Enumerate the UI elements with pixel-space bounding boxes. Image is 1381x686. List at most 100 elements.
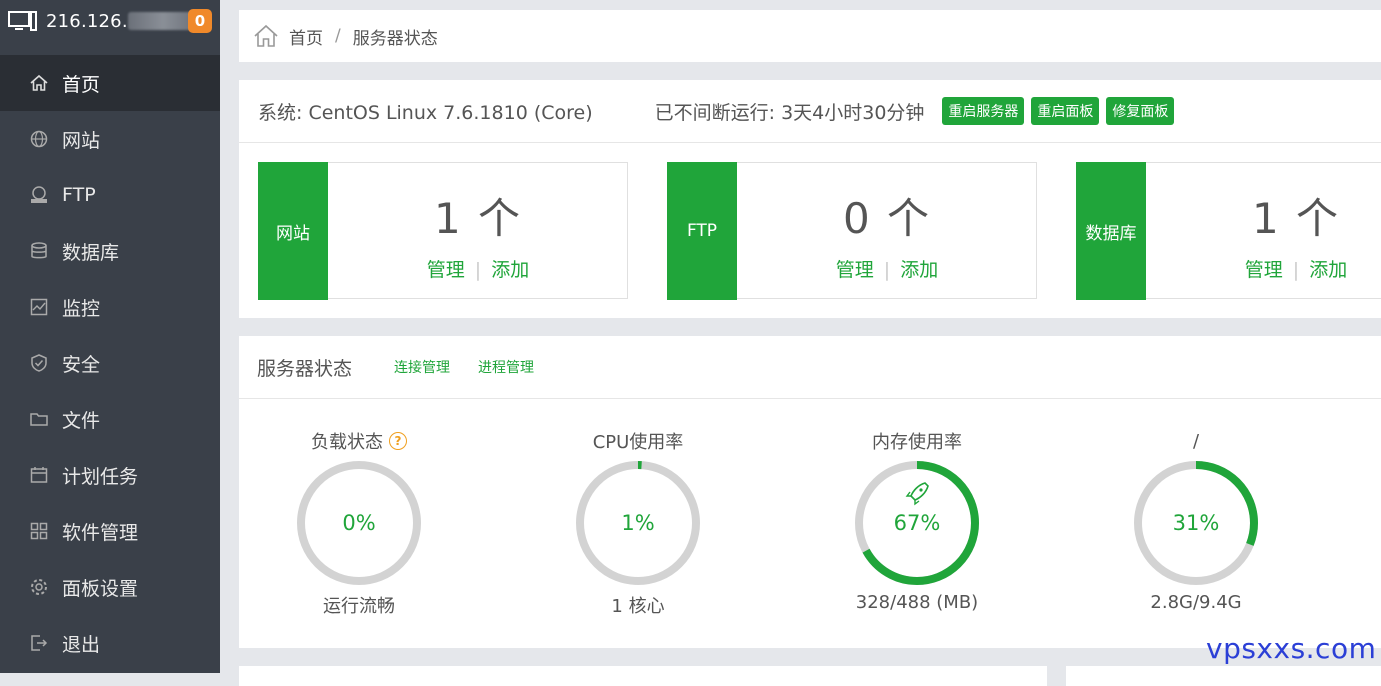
card-tag: FTP — [667, 162, 737, 300]
card-database: 数据库 1 个 管理 | 添加 — [1076, 162, 1381, 300]
sidebar-item-label: 计划任务 — [62, 465, 139, 488]
gauge-subtitle: 328/488 (MB) — [855, 592, 979, 613]
sidebar-item-label: 面板设置 — [62, 577, 139, 600]
sidebar-item-label: 首页 — [62, 73, 101, 96]
gauge-subtitle: 1 核心 — [611, 596, 665, 617]
add-link[interactable]: 添加 — [1309, 259, 1347, 281]
gauge-title: CPU使用率 — [558, 430, 718, 453]
card-count: 0 个 — [842, 194, 932, 243]
gauge-cpu[interactable]: CPU使用率 1% 1 核心 — [558, 430, 718, 618]
sidebar-item-label: 监控 — [62, 297, 101, 320]
add-link[interactable]: 添加 — [491, 259, 529, 281]
sidebar-item-database[interactable]: 数据库 — [0, 223, 220, 279]
notification-badge[interactable]: 0 — [188, 9, 212, 33]
database-icon — [28, 240, 50, 262]
computer-icon — [8, 11, 37, 31]
gauge-ring: 0% — [297, 461, 421, 585]
globe-icon — [28, 128, 50, 150]
gauge-title-text: CPU使用率 — [592, 432, 684, 453]
link-divider: | — [883, 259, 891, 281]
sidebar-item-home[interactable]: 首页 — [0, 55, 220, 111]
gauge-load[interactable]: 负载状态? 0% 运行流畅 — [279, 430, 439, 618]
sidebar-item-cron[interactable]: 计划任务 — [0, 447, 220, 503]
folder-icon — [28, 408, 50, 430]
repair-panel-button[interactable]: 修复面板 — [1106, 97, 1175, 125]
sidebar-item-label: 退出 — [62, 633, 101, 656]
sidebar-item-label: 文件 — [62, 409, 101, 432]
gauge-title: / — [1116, 430, 1276, 452]
server-header: 216.126. 0 — [0, 0, 220, 42]
side-menu: 首页 网站 FTP 数据库 监控 安全 文件 计划任务 软件管理 面板设置 退出 — [0, 55, 220, 671]
os-info: 系统: CentOS Linux 7.6.1810 (Core) — [258, 101, 593, 124]
card-links: 管理 | 添加 — [1147, 255, 1381, 282]
tab-processes[interactable]: 进程管理 — [478, 357, 534, 377]
sidebar: 216.126. 0 首页 网站 FTP 数据库 监控 安全 文件 计划任务 软… — [0, 0, 220, 673]
card-links: 管理 | 添加 — [738, 255, 1036, 282]
card-count: 1 个 — [433, 194, 523, 243]
card-links: 管理 | 添加 — [329, 255, 627, 282]
card-tag: 网站 — [258, 162, 328, 300]
system-panel: 系统: CentOS Linux 7.6.1810 (Core) 已不间断运行:… — [239, 80, 1381, 318]
home-icon[interactable] — [253, 23, 279, 49]
logout-icon — [28, 632, 50, 654]
gauge-title-text: / — [1192, 430, 1200, 452]
monitor-icon — [28, 296, 50, 318]
restart-server-button[interactable]: 重启服务器 — [942, 97, 1025, 125]
sidebar-item-label: FTP — [62, 184, 96, 206]
system-info-bar: 系统: CentOS Linux 7.6.1810 (Core) 已不间断运行:… — [239, 80, 1381, 143]
sidebar-item-settings[interactable]: 面板设置 — [0, 559, 220, 615]
ftp-icon — [28, 184, 50, 206]
tab-connections[interactable]: 连接管理 — [394, 357, 450, 377]
status-title: 服务器状态 — [257, 357, 353, 380]
server-ip: 216.126. — [46, 10, 128, 32]
gauge-ring: 1% — [576, 461, 700, 585]
breadcrumb-home[interactable]: 首页 — [289, 24, 323, 49]
card-website: 网站 1 个 管理 | 添加 — [258, 162, 628, 300]
help-icon[interactable]: ? — [389, 432, 407, 450]
gauge-title-text: 负载状态 — [311, 432, 383, 453]
gauge-value: 0% — [342, 511, 375, 535]
uptime-info: 已不间断运行: 3天4小时30分钟 — [654, 101, 925, 124]
link-divider: | — [474, 259, 482, 281]
sidebar-item-label: 数据库 — [62, 241, 120, 264]
sidebar-item-website[interactable]: 网站 — [0, 111, 220, 167]
sidebar-item-security[interactable]: 安全 — [0, 335, 220, 391]
sidebar-item-logout[interactable]: 退出 — [0, 615, 220, 671]
gauge-disk[interactable]: / 31% 2.8G/9.4G — [1116, 430, 1276, 613]
card-tag: 数据库 — [1076, 162, 1146, 300]
breadcrumb: 首页 / 服务器状态 — [239, 10, 1381, 62]
gauge-title: 内存使用率 — [837, 430, 997, 453]
add-link[interactable]: 添加 — [900, 259, 938, 281]
shield-icon — [28, 352, 50, 374]
gauge-value: 67% — [894, 511, 941, 535]
link-divider: | — [1292, 259, 1300, 281]
apps-grid-icon — [28, 520, 50, 542]
gauge-value: 1% — [621, 511, 654, 535]
gauge-value: 31% — [1173, 511, 1220, 535]
calendar-icon — [28, 464, 50, 486]
sidebar-item-ftp[interactable]: FTP — [0, 167, 220, 223]
watermark-text: vpsxxs.com — [1206, 632, 1377, 665]
gauge-title-text: 内存使用率 — [872, 432, 962, 453]
manage-link[interactable]: 管理 — [427, 259, 465, 281]
card-ftp: FTP 0 个 管理 | 添加 — [667, 162, 1037, 300]
bottom-panel-left — [239, 666, 1047, 686]
sidebar-item-label: 安全 — [62, 353, 101, 376]
manage-link[interactable]: 管理 — [836, 259, 874, 281]
sidebar-item-files[interactable]: 文件 — [0, 391, 220, 447]
bottom-panel-right — [1066, 666, 1381, 686]
breadcrumb-separator: / — [335, 26, 341, 46]
sidebar-item-software[interactable]: 软件管理 — [0, 503, 220, 559]
gauge-title: 负载状态? — [279, 430, 439, 453]
sidebar-item-monitor[interactable]: 监控 — [0, 279, 220, 335]
sidebar-item-label: 软件管理 — [62, 521, 139, 544]
gauge-subtitle: 2.8G/9.4G — [1150, 592, 1242, 613]
server-status-panel: 服务器状态 连接管理 进程管理 负载状态? 0% 运行流畅 CPU使用率 1% … — [239, 336, 1381, 648]
card-count: 1 个 — [1251, 194, 1341, 243]
gauge-subtitle: 运行流畅 — [323, 596, 395, 617]
gauge-memory[interactable]: 内存使用率 67% 328/488 (MB) — [837, 430, 997, 613]
restart-panel-button[interactable]: 重启面板 — [1031, 97, 1100, 125]
manage-link[interactable]: 管理 — [1245, 259, 1283, 281]
status-header: 服务器状态 连接管理 进程管理 — [239, 336, 1381, 399]
breadcrumb-current: 服务器状态 — [352, 28, 438, 49]
